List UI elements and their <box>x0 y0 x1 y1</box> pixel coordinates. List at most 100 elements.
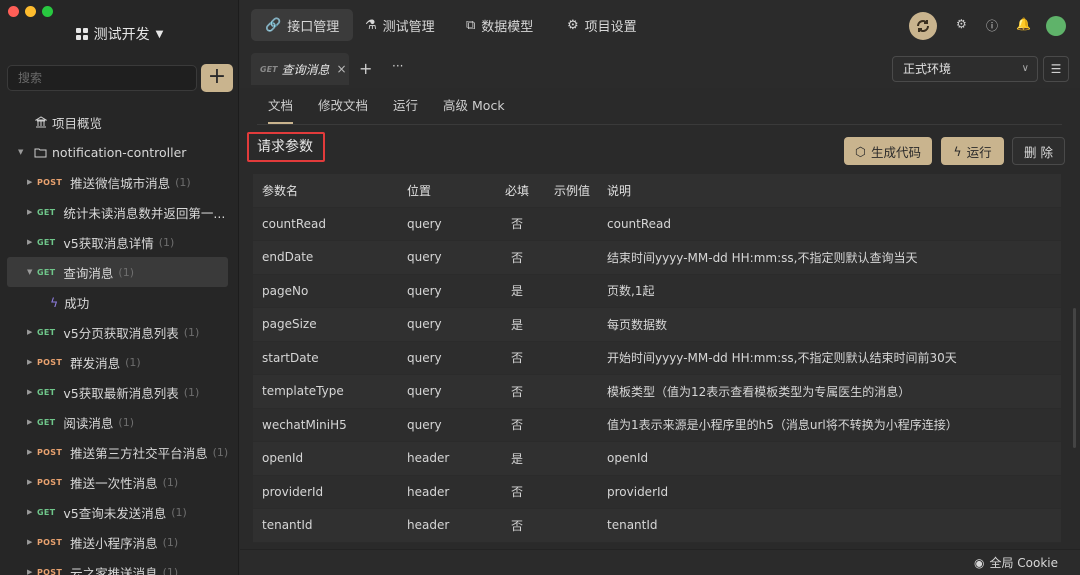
collapsed-arrow-icon: ▶ <box>27 238 33 246</box>
case-label: 成功 <box>64 295 90 311</box>
project-switcher[interactable]: 测试开发 ▼ <box>0 24 239 44</box>
tab-project-settings[interactable]: ⚙ 项目设置 <box>553 9 651 41</box>
chevron-down-icon: ∨ <box>1021 63 1029 74</box>
api-item-count: (1) <box>162 565 179 575</box>
close-tab-icon[interactable]: × <box>337 62 347 76</box>
api-item-label: 阅读消息 <box>63 415 114 431</box>
lightning-icon: ϟ <box>50 294 59 310</box>
run-button[interactable]: ϟ 运行 <box>941 137 1004 165</box>
table-cell: 值为1表示来源是小程序里的h5（消息url将不转换为小程序连接） <box>607 418 958 433</box>
tab-api-management[interactable]: 🔗 接口管理 <box>251 9 354 41</box>
api-item-label: 推送第三方社交平台消息 <box>70 445 208 461</box>
table-row: endDate query 否 结束时间yyyy-MM-dd HH:mm:ss,不指定… <box>253 241 1061 275</box>
table-cell: query <box>407 283 442 298</box>
environment-select[interactable]: 正式环境 ∨ <box>892 56 1038 82</box>
api-item-count: (1) <box>162 535 179 549</box>
api-item[interactable]: ▶ POST 推送一次性消息 (1) <box>0 467 239 497</box>
method-badge: GET <box>37 267 56 277</box>
table-cell: 否 <box>510 250 523 265</box>
collapsed-arrow-icon: ▶ <box>27 358 33 366</box>
api-item-label: 推送微信城市消息 <box>70 175 171 191</box>
method-badge: GET <box>37 237 56 247</box>
api-item-count: (1) <box>158 235 175 249</box>
scrollbar[interactable] <box>1073 308 1076 448</box>
global-cookie-button[interactable]: ◉ 全局 Cookie <box>974 554 1058 571</box>
table-cell: 页数,1起 <box>607 284 655 299</box>
folder-label: notification-controller <box>52 144 187 160</box>
generate-code-button[interactable]: ⬡ 生成代码 <box>844 137 932 165</box>
tree-item-overview[interactable]: 项目概览 <box>0 107 239 137</box>
subtab-docs[interactable]: 文档 <box>257 88 307 124</box>
tab-test-management[interactable]: ⚗ 测试管理 <box>351 9 449 41</box>
top-bar: 🔗 接口管理 ⚗ 测试管理 ⧉ 数据模型 ⚙ 项目设置 ⚙ ⓘ 🔔 <box>240 0 1080 50</box>
table-cell: query <box>407 350 442 365</box>
api-item-count: (1) <box>125 355 141 369</box>
delete-button[interactable]: 删 除 <box>1012 137 1065 165</box>
collapsed-arrow-icon: ▶ <box>27 178 33 186</box>
tab-data-model[interactable]: ⧉ 数据模型 <box>452 9 547 41</box>
gear-icon: ⚙ <box>567 17 579 33</box>
table-cell: wechatMiniH5 <box>262 417 347 432</box>
help-icon[interactable]: ⓘ <box>986 17 1002 33</box>
open-tab-query-message[interactable]: GET 查询消息 × <box>251 53 349 85</box>
subtab-edit-docs[interactable]: 修改文档 <box>307 88 382 124</box>
table-cell: 否 <box>510 217 523 232</box>
flask-icon: ⚗ <box>365 17 377 33</box>
api-item[interactable]: ▼ GET 查询消息 (1) <box>7 257 228 287</box>
table-cell: 否 <box>510 518 523 533</box>
api-item-label: 查询消息 <box>63 265 114 281</box>
collapsed-arrow-icon: ▶ <box>27 478 33 486</box>
overview-label: 项目概览 <box>52 115 103 131</box>
api-item[interactable]: ▶ POST 推送微信城市消息 (1) <box>0 167 239 197</box>
api-item[interactable]: ▶ GET 阅读消息 (1) <box>0 407 239 437</box>
subtab-run[interactable]: 运行 <box>382 88 432 124</box>
api-item[interactable]: ▶ GET v5获取消息详情 (1) <box>0 227 239 257</box>
search-input[interactable]: 搜索 <box>7 65 197 91</box>
api-case-item[interactable]: ϟ 成功 <box>0 287 239 317</box>
table-row: templateType query 否 模板类型（值为12表示查看模板类型为专属医生… <box>253 375 1061 409</box>
table-cell: startDate <box>262 350 319 365</box>
tree-folder[interactable]: ▼ notification-controller <box>0 137 239 167</box>
api-tree: 项目概览 ▼ notification-controller ▶ POST 推送微信… <box>0 107 239 575</box>
api-item[interactable]: ▶ GET v5查询未发送消息 (1) <box>0 497 239 527</box>
api-item[interactable]: ▶ GET 统计未读消息数并返回第一... <box>0 197 239 227</box>
table-cell: header <box>407 451 450 466</box>
settings-icon[interactable]: ⚙ <box>956 17 972 33</box>
bell-icon[interactable]: 🔔 <box>1016 17 1032 33</box>
api-item[interactable]: ▶ GET v5获取最新消息列表 (1) <box>0 377 239 407</box>
project-title: 测试开发 <box>93 27 150 43</box>
minimize-window-button[interactable] <box>25 6 36 17</box>
table-cell: templateType <box>262 384 344 399</box>
subtab-advanced-mock[interactable]: 高级 Mock <box>432 88 519 124</box>
api-item-label: v5获取最新消息列表 <box>63 385 179 401</box>
add-button[interactable]: + <box>201 64 233 92</box>
table-row: pageSize query 是 每页数据数 <box>253 308 1061 342</box>
api-item[interactable]: ▶ POST 推送第三方社交平台消息 (1) <box>0 437 239 467</box>
close-window-button[interactable] <box>8 6 19 17</box>
api-item-count: (1) <box>171 505 187 519</box>
api-item[interactable]: ▶ GET v5分页获取消息列表 (1) <box>0 317 239 347</box>
api-item[interactable]: ▶ POST 推送小程序消息 (1) <box>0 527 239 557</box>
table-cell: endDate <box>262 250 314 265</box>
table-row: tenantId header 否 tenantId <box>253 509 1061 543</box>
divider <box>257 124 1062 125</box>
environment-list-button[interactable]: ☰ <box>1043 56 1069 82</box>
new-tab-button[interactable]: + <box>359 59 372 78</box>
more-tabs-button[interactable]: ··· <box>392 59 403 73</box>
expanded-arrow-icon: ▼ <box>18 148 24 156</box>
grid-icon <box>75 28 88 40</box>
maximize-window-button[interactable] <box>42 6 53 17</box>
method-badge: GET <box>37 207 56 217</box>
api-item-label: v5获取消息详情 <box>63 235 154 251</box>
table-row: pageNo query 是 页数,1起 <box>253 274 1061 308</box>
table-cell: 模板类型（值为12表示查看模板类型为专属医生的消息） <box>607 384 911 399</box>
table-cell: openId <box>262 451 304 466</box>
api-item[interactable]: ▶ POST 群发消息 (1) <box>0 347 239 377</box>
folder-icon <box>34 148 47 157</box>
method-badge: POST <box>37 477 63 487</box>
table-cell: 否 <box>510 351 523 366</box>
user-avatar[interactable] <box>1046 16 1066 36</box>
api-item[interactable]: ▶ POST 云之家推送消息 (1) <box>0 557 239 575</box>
sync-button[interactable] <box>909 12 937 40</box>
collapsed-arrow-icon: ▶ <box>27 418 33 426</box>
